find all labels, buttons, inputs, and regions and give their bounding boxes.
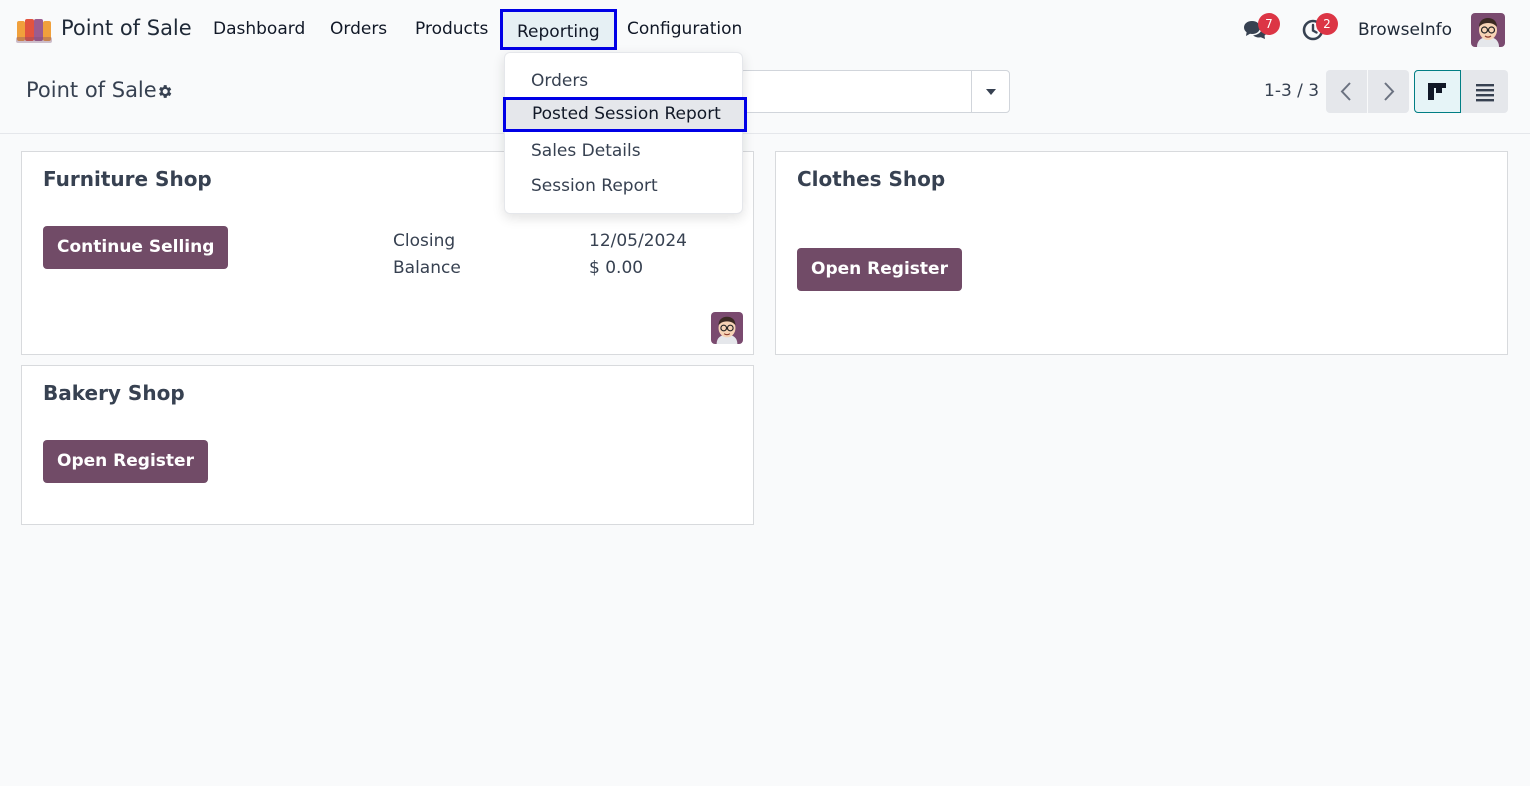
menu-item-sales-details[interactable]: Sales Details	[505, 134, 744, 169]
company-switcher[interactable]: BrowseInfo	[1358, 20, 1452, 40]
kanban-view-button[interactable]	[1414, 70, 1461, 113]
list-icon	[1476, 84, 1494, 102]
messages-badge: 7	[1258, 13, 1280, 35]
balance-label: Balance	[393, 258, 461, 278]
kanban-icon	[1428, 83, 1446, 100]
pager-value[interactable]: 1-3 / 3	[1264, 81, 1319, 101]
menu-item-posted-session-report[interactable]: Posted Session Report	[503, 97, 747, 132]
pager-previous-button[interactable]	[1326, 70, 1367, 113]
open-register-button[interactable]: Open Register	[797, 248, 962, 291]
menu-item-session-report[interactable]: Session Report	[505, 169, 744, 204]
card-title: Furniture Shop	[43, 167, 212, 191]
caret-down-icon	[986, 89, 996, 95]
gear-icon[interactable]	[156, 83, 173, 100]
balance-value: $ 0.00	[589, 258, 644, 278]
pos-card-clothes: Clothes Shop Open Register	[775, 151, 1508, 355]
top-navbar: Point of Sale Dashboard Orders Products …	[0, 0, 1530, 60]
pos-logo-icon[interactable]	[16, 17, 52, 43]
activities-button[interactable]: 2	[1301, 13, 1338, 42]
closing-date: 12/05/2024	[589, 231, 687, 251]
responsible-avatar[interactable]	[711, 312, 743, 344]
menu-item-orders[interactable]: Orders	[505, 64, 744, 99]
open-register-button[interactable]: Open Register	[43, 440, 208, 483]
search-options-toggle[interactable]	[971, 71, 1009, 112]
menu-configuration[interactable]: Configuration	[627, 19, 742, 39]
app-name[interactable]: Point of Sale	[61, 16, 192, 40]
menu-products[interactable]: Products	[415, 19, 488, 39]
card-title: Clothes Shop	[797, 167, 946, 191]
search-input[interactable]	[740, 70, 1010, 113]
reporting-dropdown-menu: Orders Posted Session Report Sales Detai…	[503, 52, 747, 214]
list-view-button[interactable]	[1461, 70, 1508, 113]
continue-selling-button[interactable]: Continue Selling	[43, 226, 229, 269]
control-panel: Point of Sale 1-3 / 3	[0, 60, 1530, 134]
user-avatar[interactable]	[1471, 13, 1505, 47]
chevron-left-icon	[1340, 82, 1351, 101]
menu-reporting[interactable]: Reporting	[500, 9, 617, 50]
closing-label: Closing	[393, 231, 456, 251]
activities-badge: 2	[1316, 13, 1338, 35]
chevron-right-icon	[1384, 82, 1395, 101]
pager-next-button[interactable]	[1368, 70, 1409, 113]
menu-dashboard[interactable]: Dashboard	[213, 19, 305, 39]
page-title: Point of Sale	[26, 78, 157, 102]
messages-button[interactable]: 7	[1243, 13, 1280, 42]
menu-orders[interactable]: Orders	[330, 19, 387, 39]
pos-card-bakery: Bakery Shop Open Register	[21, 365, 754, 525]
avatar-icon	[1471, 13, 1505, 47]
card-title: Bakery Shop	[43, 381, 185, 405]
avatar-icon	[711, 312, 743, 344]
